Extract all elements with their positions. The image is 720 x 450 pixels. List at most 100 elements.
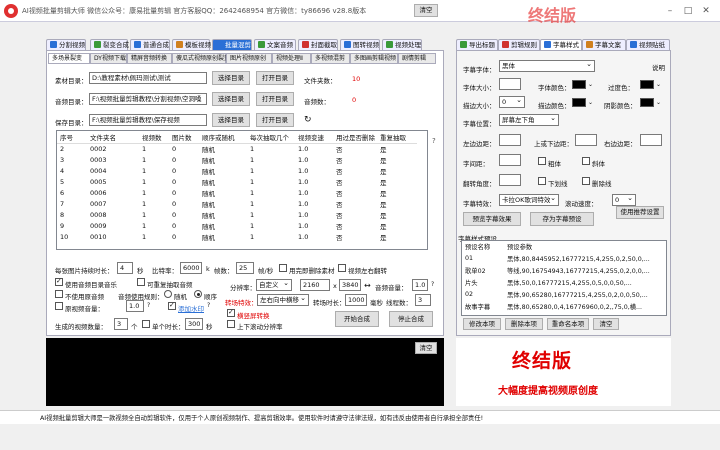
table-header[interactable]: 顺序或随机 [199, 131, 247, 144]
table-header[interactable]: 每次抽取几个 [247, 131, 295, 144]
table-header[interactable]: 序号 [57, 131, 87, 144]
bold-checkbox[interactable] [538, 157, 546, 165]
single-duration-checkbox[interactable] [142, 320, 150, 328]
preset-row[interactable]: 歌单02 等线,90,16754943,16777215,4,255,0,2,0,… [462, 264, 664, 276]
table-row[interactable]: 7 0007 1 0 随机 1 1.0 否 是 [57, 198, 417, 209]
orig-volume-checkbox[interactable] [55, 302, 63, 310]
volume-help-icon[interactable]: ? [431, 281, 434, 288]
watermark-help-icon[interactable]: ? [207, 302, 210, 309]
size-input[interactable] [499, 78, 521, 90]
stop-button[interactable]: 停止合成 [389, 311, 433, 327]
sub-tab-3[interactable]: 傻瓜式视频原创裂变 [172, 53, 230, 64]
modify-preset-button[interactable]: 修改本项 [463, 318, 501, 330]
watermark-checkbox[interactable] [168, 301, 176, 310]
table-row[interactable]: 9 0009 1 0 随机 1 1.0 否 是 [57, 220, 417, 231]
scroll-checkbox[interactable] [227, 320, 235, 328]
delete-preset-button[interactable]: 删除本项 [505, 318, 543, 330]
table-row[interactable]: 6 0006 1 0 随机 1 1.0 否 是 [57, 187, 417, 198]
order-radio[interactable] [194, 290, 202, 298]
border-color-dropdown-icon[interactable]: ⌄ [656, 80, 662, 90]
save-select-button[interactable]: 选择目录 [212, 113, 250, 127]
use-audio-dir-checkbox[interactable] [55, 277, 63, 286]
transition-select[interactable]: 左右向中横移 [257, 293, 309, 306]
single-duration-input[interactable]: 300 [185, 318, 203, 330]
refresh-icon[interactable]: ↻ [304, 115, 312, 125]
swap-arrow-icon[interactable]: ↔ [364, 281, 371, 290]
log-area[interactable] [46, 338, 444, 406]
audio-dir-input[interactable]: F:\视频批量剪辑教程\分割视频\空洞嗓 [89, 93, 207, 105]
maximize-icon[interactable]: □ [682, 5, 694, 17]
outline-color-swatch[interactable] [572, 98, 586, 107]
clear-preset-button[interactable]: 清空 [593, 318, 619, 330]
shadow-color-dropdown-icon[interactable]: ⌄ [656, 98, 662, 108]
folder-table[interactable]: 序号 文件夹名 视频数 图片数 顺序或随机 每次抽取几个 视频变速 用过是否删除 重复抽取 2 0… [56, 130, 428, 250]
audio-select-button[interactable]: 选择目录 [212, 92, 250, 106]
font-select[interactable]: 黑体 [499, 59, 595, 72]
left-margin-input[interactable] [499, 134, 521, 146]
sub-tab-6[interactable]: 多视频混剪 [311, 53, 350, 64]
resolution-width-input[interactable]: 2160 [300, 279, 330, 291]
preview-button[interactable]: 预览字幕效果 [463, 212, 521, 226]
material-select-button[interactable]: 选择目录 [212, 71, 250, 85]
sub-tab-5[interactable]: 视频处理Ⅱ [272, 53, 311, 64]
sub-tab-1[interactable]: DY视频下载 [90, 53, 127, 64]
preset-row[interactable]: 片头 黑体,50,0,16777215,4,255,0,5,0,0,50,... [462, 276, 664, 288]
img-duration-input[interactable]: 4 [117, 262, 133, 274]
preset-row[interactable]: 02 黑体,90,65280,16777215,4,255,0,2,0,0,50,… [462, 288, 664, 300]
save-preset-button[interactable]: 存为字幕预设 [530, 212, 594, 226]
table-row[interactable]: 3 0003 1 0 随机 1 1.0 否 是 [57, 154, 417, 165]
fps-input[interactable]: 25 [236, 262, 254, 274]
close-icon[interactable]: ✕ [700, 5, 712, 17]
output-count-input[interactable]: 3 [114, 318, 128, 330]
table-header[interactable]: 用过是否删除 [333, 131, 377, 144]
table-row[interactable]: 4 0004 1 0 随机 1 1.0 否 是 [57, 165, 417, 176]
save-open-button[interactable]: 打开目录 [256, 113, 294, 127]
sub-tab-2[interactable]: 精屏音频转换 [127, 53, 172, 64]
underline-checkbox[interactable] [538, 177, 546, 185]
preset-header[interactable]: 预设参数 [504, 241, 664, 252]
italic-checkbox[interactable] [582, 157, 590, 165]
volume-input[interactable]: 1.0 [412, 279, 428, 291]
audio-open-button[interactable]: 打开目录 [256, 92, 294, 106]
material-open-button[interactable]: 打开目录 [256, 71, 294, 85]
no-orig-audio-checkbox[interactable] [55, 290, 63, 298]
bitrate-input[interactable]: 6000 [180, 262, 202, 274]
preset-list[interactable]: 预设名称 预设参数 01 黑体,80,8445952,16777215,4,255,… [461, 240, 667, 316]
rename-preset-button[interactable]: 重命名本项 [547, 318, 589, 330]
angle-input[interactable] [499, 174, 521, 186]
use-recommend-button[interactable]: 使用推荐设置 [616, 206, 664, 219]
sub-tab-4[interactable]: 图片视频原创 [226, 53, 272, 64]
log-clear-button[interactable]: 清空 [415, 342, 437, 354]
outline-select[interactable]: 0 [499, 95, 525, 108]
table-row[interactable]: 5 0005 1 0 随机 1 1.0 否 是 [57, 176, 417, 187]
preset-row[interactable]: 01 黑体,80,8445952,16777215,4,255,0,2,50,0,… [462, 252, 664, 264]
preset-row[interactable]: 故事字幕 黑体,80,65280,0,4,16776960,0,2,,75,0,横… [462, 300, 664, 312]
random-radio[interactable] [164, 290, 172, 298]
spacing-input[interactable] [499, 154, 521, 166]
table-header[interactable]: 视频变速 [295, 131, 333, 144]
orig-volume-input[interactable]: 1.0 [126, 300, 144, 312]
mirror-checkbox[interactable] [338, 264, 346, 272]
resolution-mode-select[interactable]: 自定义 [256, 278, 292, 291]
horizontal-mode-checkbox[interactable] [227, 308, 235, 317]
font-color-dropdown-icon[interactable]: ⌄ [588, 80, 594, 90]
save-dir-input[interactable]: F:\视频批量剪辑教程\保存视频 [89, 114, 207, 126]
table-header[interactable]: 文件夹名 [87, 131, 139, 144]
table-row[interactable]: 2 0002 1 0 随机 1 1.0 否 是 [57, 143, 417, 154]
right-margin-input[interactable] [640, 134, 662, 146]
orig-volume-help-icon[interactable]: ? [147, 302, 150, 309]
start-button[interactable]: 开始合成 [335, 311, 379, 327]
border-color-swatch[interactable] [640, 80, 654, 89]
table-row[interactable]: 8 0008 1 0 随机 1 1.0 否 是 [57, 209, 417, 220]
sub-tab-0[interactable]: 多场景裂变 [48, 53, 90, 64]
outline-color-dropdown-icon[interactable]: ⌄ [588, 98, 594, 108]
help-label[interactable]: 说明 [652, 62, 665, 72]
sub-tab-8[interactable]: 剧情剪辑 [398, 53, 436, 64]
threads-input[interactable]: 3 [415, 294, 431, 306]
shadow-color-swatch[interactable] [640, 98, 654, 107]
font-color-swatch[interactable] [572, 80, 586, 89]
sub-tab-7[interactable]: 多图画剪辑视频 [350, 53, 398, 64]
transition-time-input[interactable]: 1000 [345, 294, 367, 306]
top-margin-input[interactable] [575, 134, 597, 146]
table-row[interactable]: 10 0010 1 0 随机 1 1.0 否是 [57, 231, 417, 242]
